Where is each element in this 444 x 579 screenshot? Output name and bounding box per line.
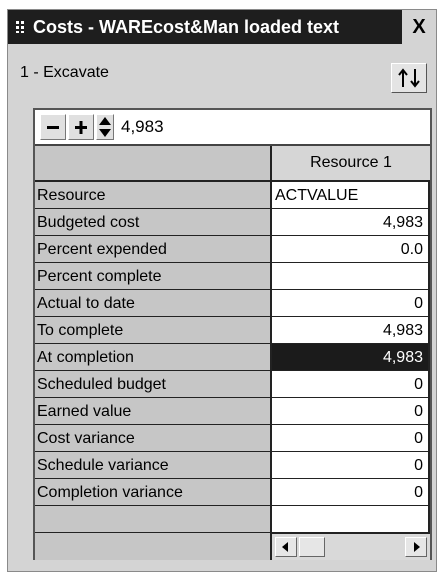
row-value-cell[interactable]: ACTVALUE bbox=[272, 182, 430, 209]
row-value-cell[interactable]: 0 bbox=[272, 398, 430, 425]
row-label: At completion bbox=[35, 344, 272, 371]
arrow-left-icon bbox=[282, 542, 288, 552]
row-label: Budgeted cost bbox=[35, 209, 272, 236]
row-value-cell[interactable]: 0 bbox=[272, 290, 430, 317]
row-value-cell[interactable]: 0.0 bbox=[272, 236, 430, 263]
horizontal-scrollbar[interactable] bbox=[272, 533, 430, 560]
grid-footer-left bbox=[35, 533, 272, 560]
scroll-left-button[interactable] bbox=[275, 537, 297, 557]
row-value-cell[interactable]: 4,983 bbox=[272, 209, 430, 236]
window-title: Costs - WAREcost&Man loaded text bbox=[33, 17, 340, 37]
row-label: Completion variance bbox=[35, 479, 272, 506]
close-button[interactable]: X bbox=[402, 10, 436, 44]
row-label: Resource bbox=[35, 182, 272, 209]
row-label: Cost variance bbox=[35, 425, 272, 452]
row-label: To complete bbox=[35, 317, 272, 344]
row-value-cell-selected[interactable]: 4,983 bbox=[272, 344, 430, 371]
row-label bbox=[35, 506, 272, 533]
sort-up-down-icon bbox=[398, 68, 420, 88]
row-value-cell[interactable] bbox=[272, 263, 430, 290]
costs-window: Costs - WAREcost&Man loaded text X 1 - E… bbox=[7, 9, 437, 572]
minus-icon bbox=[47, 126, 59, 129]
row-value-cell[interactable]: 4,983 bbox=[272, 317, 430, 344]
row-label: Actual to date bbox=[35, 290, 272, 317]
row-label: Schedule variance bbox=[35, 452, 272, 479]
grip-icon bbox=[16, 21, 24, 33]
sort-toggle-button[interactable] bbox=[391, 63, 427, 93]
row-value-cell[interactable]: 0 bbox=[272, 425, 430, 452]
value-edit-field[interactable]: 4,983 bbox=[121, 115, 241, 139]
row-value-cell[interactable] bbox=[272, 506, 430, 533]
row-value-cell[interactable]: 0 bbox=[272, 371, 430, 398]
increment-button[interactable] bbox=[68, 114, 94, 140]
spin-button[interactable] bbox=[96, 114, 114, 140]
activity-label: 1 - Excavate bbox=[20, 64, 109, 81]
row-label: Percent complete bbox=[35, 263, 272, 290]
column-header-resource[interactable]: Resource 1 bbox=[272, 146, 430, 182]
title-bar[interactable]: Costs - WAREcost&Man loaded text X bbox=[8, 10, 436, 44]
arrow-right-icon bbox=[414, 542, 420, 552]
scroll-thumb[interactable] bbox=[299, 537, 325, 557]
row-label: Scheduled budget bbox=[35, 371, 272, 398]
grid-corner-header bbox=[35, 146, 272, 182]
plus-icon bbox=[75, 121, 87, 134]
scroll-right-button[interactable] bbox=[405, 537, 427, 557]
grid-toolbar: 4,983 bbox=[35, 110, 430, 146]
row-label: Earned value bbox=[35, 398, 272, 425]
row-value-cell[interactable]: 0 bbox=[272, 452, 430, 479]
row-label: Percent expended bbox=[35, 236, 272, 263]
row-value-cell[interactable]: 0 bbox=[272, 479, 430, 506]
decrement-button[interactable] bbox=[40, 114, 66, 140]
cost-grid-panel: 4,983 Resource 1 Resource ACTVALUE Budgete… bbox=[33, 108, 432, 560]
spin-up-down-icon bbox=[99, 117, 111, 137]
